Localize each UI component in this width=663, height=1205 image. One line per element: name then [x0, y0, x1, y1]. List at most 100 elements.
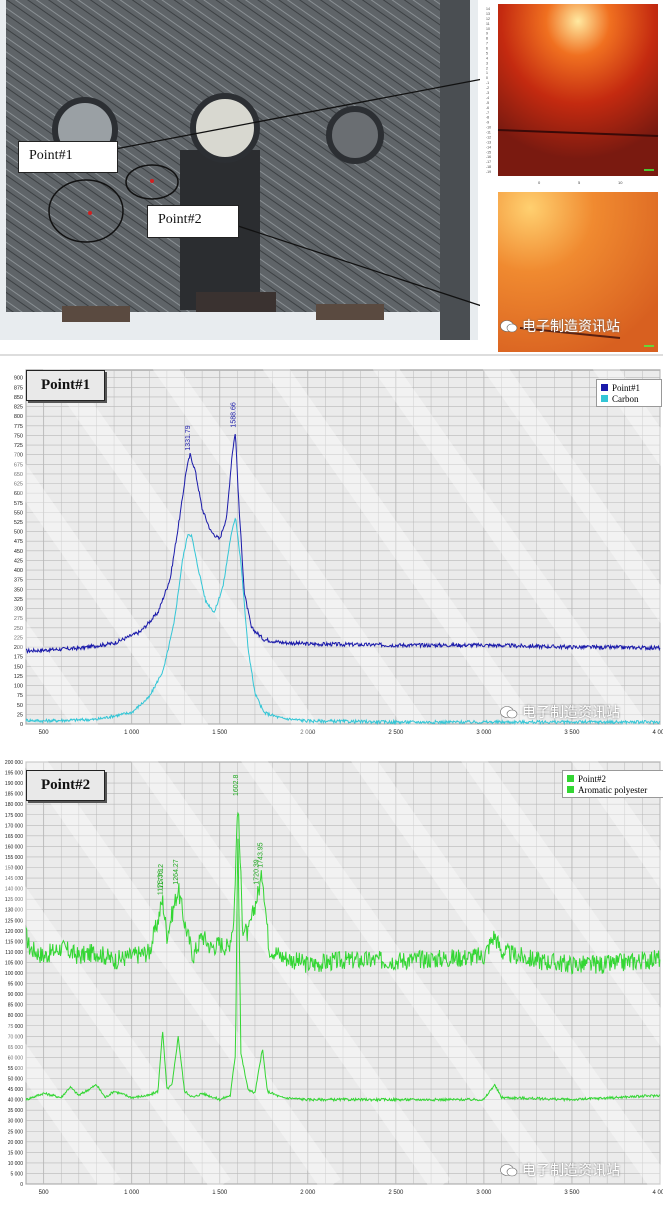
chart2-svg: 0 5 000 10 000 15 000 20 000 25 000 30 000 35 0… — [0, 743, 663, 1200]
y-tick-label: 50 — [17, 703, 23, 709]
inset-y-tick-label: -12 — [486, 135, 491, 139]
y-tick-label: 850 — [14, 395, 23, 401]
inset-x-tick-label: 10 — [618, 180, 623, 185]
inset-y-tick-label: 3 — [486, 61, 488, 65]
y-tick-label: 525 — [14, 520, 23, 526]
y-tick-label: 375 — [14, 578, 23, 584]
legend-swatch-carbon — [601, 395, 608, 402]
y-tick-label: 825 — [14, 405, 23, 411]
inset-y-tick-label: -15 — [486, 150, 491, 154]
inset-y-tick-label: -17 — [486, 160, 491, 164]
y-tick-label: 170 000 — [5, 823, 23, 829]
micrograph-figure: 14131211109876543210-1-2-3-4-5-6-7-8-9-1… — [0, 0, 663, 356]
y-tick-label: 450 — [14, 549, 23, 555]
y-tick-label: 95 000 — [8, 982, 24, 988]
legend-swatch-aromatic — [567, 786, 574, 793]
point1-callout: Point#1 — [18, 141, 118, 173]
y-tick-label: 875 — [14, 385, 23, 391]
y-tick-label: 100 — [14, 684, 23, 690]
y-tick-label: 400 — [14, 568, 23, 574]
y-tick-label: 15 000 — [8, 1150, 24, 1156]
y-tick-label: 175 — [14, 655, 23, 661]
inset-y-tick-label: -18 — [486, 165, 491, 169]
chart2-watermark-text: 电子制造资讯站 — [522, 1163, 620, 1179]
y-tick-label: 5 000 — [10, 1171, 23, 1177]
inset-y-tick-label: -6 — [486, 106, 489, 110]
y-tick-label: 475 — [14, 539, 23, 545]
y-tick-label: 550 — [14, 510, 23, 516]
inset-y-tick-label: -2 — [486, 86, 489, 90]
chart1-watermark-text: 电子制造资讯站 — [522, 705, 620, 721]
raman-chart-point2: 0 5 000 10 000 15 000 20 000 25 000 30 000 35 0… — [0, 743, 663, 1200]
x-tick-label: 4 000 — [652, 1190, 663, 1196]
sample-foot-left — [62, 306, 130, 322]
grid — [25, 761, 661, 1185]
x-tick-label: 3 000 — [476, 730, 492, 736]
peak-label: 1264.27 — [173, 859, 180, 884]
y-tick-label: 900 — [14, 376, 23, 382]
legend-label-point1: Point#1 — [612, 382, 641, 393]
peak-label: 1743.95 — [258, 842, 265, 867]
y-tick-label: 175 000 — [5, 813, 23, 819]
chart1-title: Point#1 — [26, 370, 106, 401]
inset-y-tick-label: -8 — [486, 116, 489, 120]
chart2-legend-item-aromatic: Aromatic polyester — [567, 784, 659, 795]
chart2-title: Point#2 — [26, 770, 106, 801]
inset-y-tick-label: -3 — [486, 91, 489, 95]
inset-y-tick-label: 11 — [486, 22, 490, 26]
y-tick-label: 125 000 — [5, 918, 23, 924]
x-tick-label: 500 — [39, 730, 50, 736]
chart1-watermark: 电子制造资讯站 — [500, 702, 620, 722]
wechat-icon — [500, 1163, 518, 1177]
inset-y-tick-label: 1 — [486, 71, 488, 75]
y-tick-label: 125 — [14, 674, 23, 680]
peak-label: 1177.12 — [158, 864, 165, 889]
inset-y-tick-label: 2 — [486, 66, 488, 70]
inset-y-tick-label: -11 — [486, 131, 491, 135]
point2-marker — [88, 211, 92, 215]
inset-y-tick-label: -13 — [486, 140, 491, 144]
inset-y-tick-label: 8 — [486, 37, 488, 41]
inset-y-tick-label: 13 — [486, 12, 490, 16]
sample-foot-mid — [196, 292, 276, 312]
x-tick-label: 4 000 — [652, 730, 663, 736]
y-tick-label: 10 000 — [8, 1161, 24, 1167]
y-tick-label: 25 000 — [8, 1129, 24, 1135]
photo-watermark-text: 电子制造资讯站 — [522, 319, 620, 335]
y-tick-label: 200 000 — [5, 760, 23, 766]
inset-y-tick-label: 9 — [486, 32, 488, 36]
y-tick-label: 30 000 — [8, 1119, 24, 1125]
inset-y-tick-label: -16 — [486, 155, 491, 159]
x-tick-label: 500 — [39, 1190, 50, 1196]
y-tick-label: 0 — [20, 722, 23, 728]
inset-y-tick-label: 0 — [486, 76, 488, 80]
y-tick-label: 80 000 — [8, 1013, 24, 1019]
y-tick-label: 350 — [14, 587, 23, 593]
sample-foot-right — [316, 304, 384, 320]
y-tick-label: 180 000 — [5, 802, 23, 808]
photo-watermark: 电子制造资讯站 — [500, 316, 620, 336]
legend-swatch-point2 — [567, 775, 574, 782]
y-tick-label: 115 000 — [5, 939, 23, 945]
peak-label: 1331.79 — [185, 425, 192, 450]
y-tick-label: 500 — [14, 530, 23, 536]
y-tick-label: 50 000 — [8, 1077, 24, 1083]
wechat-icon — [500, 319, 518, 333]
x-tick-label: 3 000 — [476, 1190, 492, 1196]
y-tick-label: 425 — [14, 558, 23, 564]
x-tick-label: 1 000 — [124, 1190, 140, 1196]
inset-y-tick-label: -1 — [486, 81, 489, 85]
y-tick-label: 165 000 — [5, 834, 23, 840]
chart2-legend: Point#2 Aromatic polyester — [562, 770, 663, 798]
y-tick-label: 155 000 — [5, 855, 23, 861]
x-tick-label: 2 500 — [388, 730, 404, 736]
x-tick-label: 2 000 — [300, 1190, 316, 1196]
inset-y-tick-label: -7 — [486, 111, 489, 115]
inset-y-tick-label: 10 — [486, 27, 490, 31]
y-tick-label: 0 — [20, 1182, 23, 1188]
point2-callout: Point#2 — [147, 205, 239, 238]
y-tick-label: 185 000 — [5, 792, 23, 798]
y-tick-label: 775 — [14, 424, 23, 430]
y-tick-label: 75 — [17, 693, 23, 699]
x-tick-label: 3 500 — [564, 1190, 580, 1196]
